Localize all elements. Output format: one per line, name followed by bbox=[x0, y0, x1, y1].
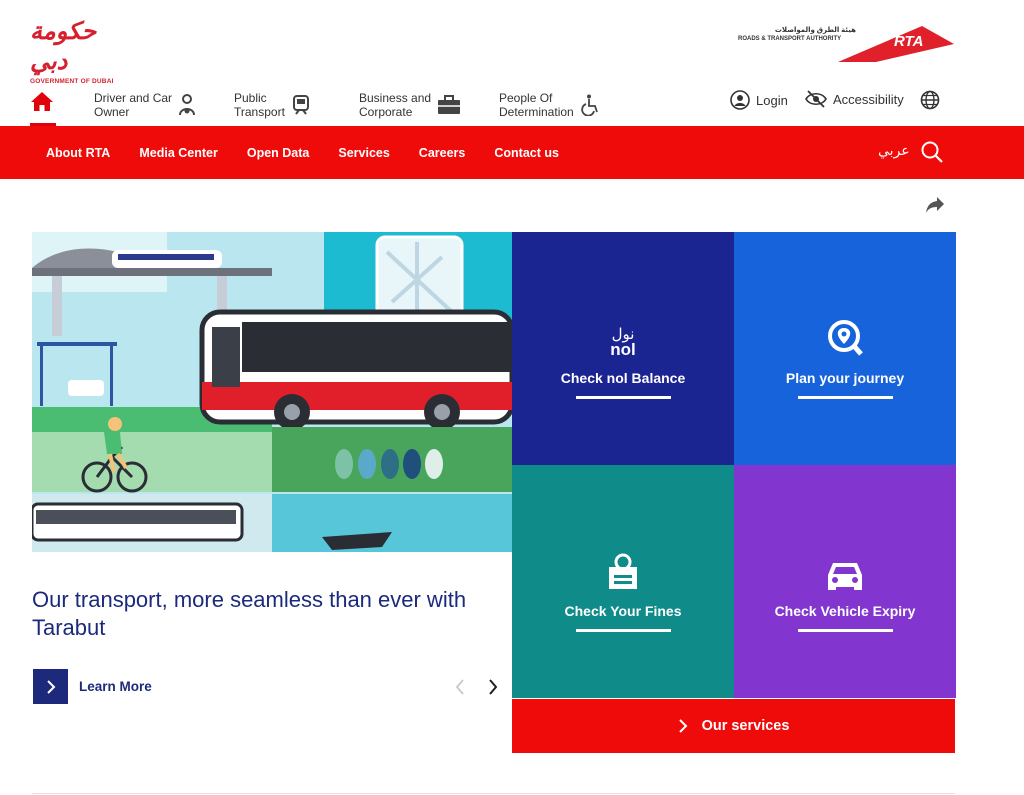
hero-title: Our transport, more seamless than ever w… bbox=[32, 587, 467, 640]
learn-more-button[interactable]: Learn More bbox=[33, 669, 152, 704]
learn-more-label: Learn More bbox=[79, 679, 152, 694]
tile-check-your-fines[interactable]: Check Your Fines bbox=[512, 465, 734, 698]
nav-driver-and-car-owner[interactable]: Driver and Car Owner bbox=[94, 88, 196, 122]
hero-illustration[interactable] bbox=[32, 232, 512, 552]
nav-people-of-determination[interactable]: People Of Determination bbox=[499, 88, 600, 122]
nav-label: Public Transport bbox=[234, 91, 285, 119]
menu-media-center[interactable]: Media Center bbox=[139, 146, 218, 160]
main-menu: About RTA Media Center Open Data Service… bbox=[46, 126, 588, 179]
nav-label: People Of Determination bbox=[499, 91, 574, 119]
tile-check-vehicle-expiry[interactable]: Check Vehicle Expiry bbox=[734, 465, 956, 698]
nav-label: Business and Corporate bbox=[359, 91, 432, 119]
tile-check-nol-balance[interactable]: نول nol Check nol Balance bbox=[512, 232, 734, 465]
menu-careers[interactable]: Careers bbox=[419, 146, 466, 160]
arabic-language-link[interactable]: عربي bbox=[878, 143, 910, 159]
tile-label: Check Vehicle Expiry bbox=[774, 603, 916, 619]
search-icon[interactable] bbox=[920, 140, 944, 164]
carousel-next-icon[interactable] bbox=[486, 678, 500, 696]
briefcase-icon bbox=[438, 95, 461, 114]
tile-underline bbox=[797, 396, 893, 399]
rta-mark-text: RTA bbox=[894, 33, 923, 50]
accessibility-button[interactable]: Accessibility bbox=[805, 90, 904, 108]
nav-label: Driver and Car Owner bbox=[94, 91, 173, 119]
header: حكومة دبي GOVERNMENT OF DUBAI هيئة الطرق… bbox=[0, 0, 1024, 85]
section-divider bbox=[32, 793, 955, 794]
fines-icon bbox=[605, 531, 641, 591]
user-icon bbox=[730, 90, 750, 110]
wheelchair-icon bbox=[580, 94, 598, 116]
car-icon bbox=[825, 531, 865, 591]
chevron-right-icon bbox=[46, 679, 55, 694]
tile-plan-your-journey[interactable]: Plan your journey bbox=[734, 232, 956, 465]
government-of-dubai-logo[interactable]: حكومة دبي GOVERNMENT OF DUBAI bbox=[30, 16, 122, 85]
tile-underline bbox=[575, 396, 671, 399]
menu-contact-us[interactable]: Contact us bbox=[494, 146, 559, 160]
login-label: Login bbox=[756, 92, 788, 108]
metro-icon bbox=[292, 95, 309, 115]
tile-underline bbox=[797, 629, 893, 632]
transport-illustration bbox=[32, 232, 512, 552]
login-button[interactable]: Login bbox=[730, 90, 788, 110]
menu-open-data[interactable]: Open Data bbox=[247, 146, 310, 160]
home-button[interactable] bbox=[30, 90, 56, 126]
our-services-button[interactable]: Our services bbox=[512, 699, 955, 753]
accessibility-label: Accessibility bbox=[833, 91, 904, 107]
secondary-navigation: Driver and Car Owner Public Transport Busi… bbox=[0, 82, 1024, 126]
menu-services[interactable]: Services bbox=[338, 146, 389, 160]
nav-public-transport[interactable]: Public Transport bbox=[234, 88, 311, 122]
learn-more-arrow-box bbox=[33, 669, 68, 704]
driver-icon bbox=[179, 94, 196, 116]
language-globe-button[interactable] bbox=[920, 90, 946, 110]
nol-icon: نول nol bbox=[610, 298, 636, 358]
main-menu-bar: About RTA Media Center Open Data Service… bbox=[0, 126, 1024, 179]
tile-underline bbox=[575, 629, 671, 632]
our-services-label: Our services bbox=[701, 718, 790, 734]
chevron-right-icon bbox=[678, 719, 687, 733]
carousel-prev-icon[interactable] bbox=[453, 678, 467, 696]
menu-about-rta[interactable]: About RTA bbox=[46, 146, 110, 160]
rta-mark-icon: RTA bbox=[838, 26, 954, 62]
home-icon bbox=[31, 92, 53, 111]
location-pin-icon bbox=[826, 298, 864, 358]
tile-label: Plan your journey bbox=[785, 370, 905, 386]
rta-logo[interactable]: هيئة الطرق والمواصلات ROADS & TRANSPORT … bbox=[738, 22, 958, 66]
tile-label: Check nol Balance bbox=[560, 370, 686, 386]
eye-slash-icon bbox=[805, 90, 827, 108]
globe-icon bbox=[920, 90, 940, 110]
share-icon[interactable] bbox=[925, 196, 945, 214]
nav-business-and-corporate[interactable]: Business and Corporate bbox=[359, 88, 461, 122]
nol-icon-english: nol bbox=[610, 340, 636, 359]
gov-logo-arabic: حكومة دبي bbox=[30, 16, 97, 75]
tile-label: Check Your Fines bbox=[564, 603, 682, 619]
